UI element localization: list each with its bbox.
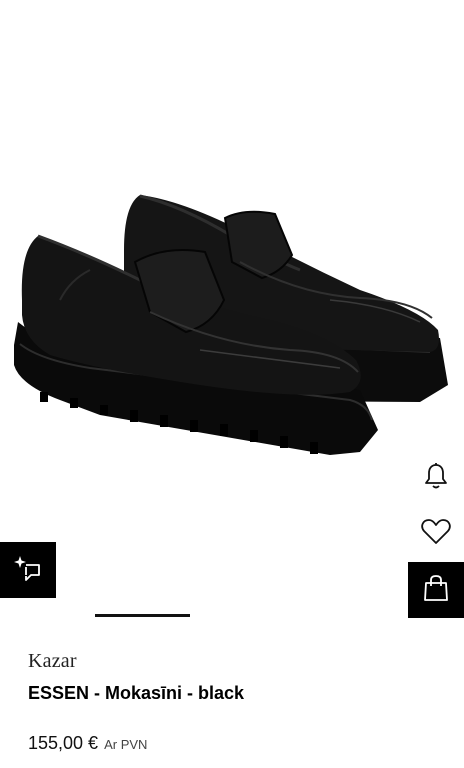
front-shoe xyxy=(14,234,378,455)
sparkle-try-on-icon xyxy=(14,554,42,587)
loafers-image xyxy=(14,194,448,455)
brand-name[interactable]: Kazar xyxy=(28,650,77,673)
product-image[interactable] xyxy=(0,0,464,600)
product-price: 155,00 € xyxy=(28,733,99,753)
virtual-try-on-button[interactable] xyxy=(0,542,56,598)
product-title: ESSEN - Mokasīni - black xyxy=(28,683,245,703)
wishlist-button[interactable] xyxy=(408,506,464,562)
notify-button[interactable] xyxy=(408,450,464,506)
vat-note: Ar PVN xyxy=(104,737,148,752)
shopping-bag-icon xyxy=(423,574,449,607)
heart-icon xyxy=(421,518,451,550)
image-pager-indicator[interactable] xyxy=(95,614,190,617)
price-row: 155,00 € Ar PVN xyxy=(28,733,147,754)
bell-icon xyxy=(424,462,448,495)
add-to-cart-button[interactable] xyxy=(408,562,464,618)
